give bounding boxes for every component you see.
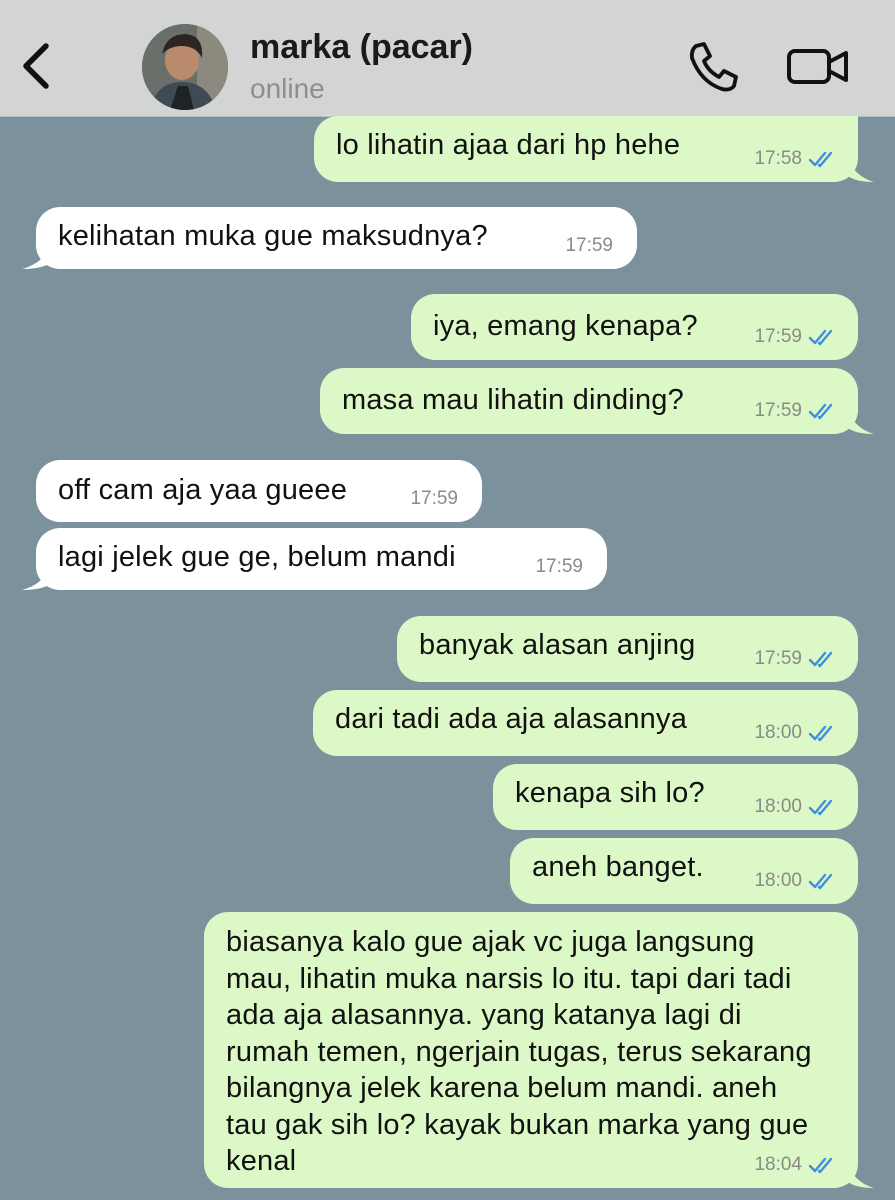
message-bubble-outgoing[interactable]: kenapa sih lo? 18:00	[493, 764, 858, 830]
chevron-left-icon[interactable]	[18, 38, 58, 94]
message-text: kenapa sih lo?	[515, 777, 705, 809]
double-check-icon	[808, 651, 833, 668]
message-text: dari tadi ada aja alasannya	[335, 703, 688, 735]
double-check-icon	[808, 329, 833, 346]
message-bubble-outgoing[interactable]: dari tadi ada aja alasannya 18:00	[313, 690, 858, 756]
bubble-tail	[848, 410, 874, 434]
message-text: biasanya kalo gue ajak vc juga langsung …	[226, 926, 812, 1177]
bubble-tail	[22, 245, 50, 269]
video-camera-icon[interactable]	[786, 42, 850, 90]
chat-header: marka (pacar) online	[0, 0, 895, 117]
message-text: kelihatan muka gue maksudnya?	[58, 220, 488, 252]
message-bubble-outgoing[interactable]: masa mau lihatin dinding? 17:59	[320, 368, 858, 434]
message-bubble-outgoing[interactable]: aneh banget. 18:00	[510, 838, 858, 904]
message-text: lo lihatin ajaa dari hp hehe	[336, 129, 681, 161]
bubble-tail	[848, 158, 874, 182]
double-check-icon	[808, 1157, 833, 1174]
contact-status: online	[250, 73, 325, 104]
double-check-icon	[808, 799, 833, 816]
message-bubble-outgoing[interactable]: lo lihatin ajaa dari hp hehe 17:58	[314, 116, 858, 182]
message-text: iya, emang kenapa?	[433, 310, 698, 342]
message-time: 17:59	[754, 326, 802, 347]
bubble-tail	[22, 566, 50, 590]
message-bubble-incoming[interactable]: off cam aja yaa gueee 17:59	[36, 460, 482, 522]
message-text: masa mau lihatin dinding?	[342, 384, 684, 416]
message-time: 18:00	[754, 796, 802, 817]
message-time: 17:59	[410, 488, 458, 509]
contact-name[interactable]: marka (pacar)	[250, 28, 473, 67]
message-bubble-incoming[interactable]: kelihatan muka gue maksudnya? 17:59	[36, 207, 637, 269]
avatar[interactable]	[142, 24, 228, 110]
message-text: lagi jelek gue ge, belum mandi	[58, 541, 456, 573]
message-text: banyak alasan anjing	[419, 629, 696, 661]
message-bubble-outgoing[interactable]: iya, emang kenapa? 17:59	[411, 294, 858, 360]
message-time: 18:00	[754, 870, 802, 891]
message-list[interactable]: lo lihatin ajaa dari hp hehe 17:58 kelih…	[0, 116, 895, 1200]
message-time: 17:59	[565, 235, 613, 256]
message-time: 18:00	[754, 722, 802, 743]
message-text: aneh banget.	[532, 851, 704, 883]
message-time: 17:58	[754, 148, 802, 169]
bubble-tail	[848, 1164, 874, 1188]
message-time: 17:59	[754, 648, 802, 669]
double-check-icon	[808, 725, 833, 742]
double-check-icon	[808, 403, 833, 420]
message-time: 17:59	[754, 400, 802, 421]
message-text: off cam aja yaa gueee	[58, 474, 348, 506]
double-check-icon	[808, 873, 833, 890]
message-time: 18:04	[754, 1154, 802, 1175]
phone-icon[interactable]	[686, 40, 740, 94]
message-bubble-outgoing[interactable]: banyak alasan anjing 17:59	[397, 616, 858, 682]
message-bubble-incoming[interactable]: lagi jelek gue ge, belum mandi 17:59	[36, 528, 607, 590]
message-time: 17:59	[535, 556, 583, 577]
message-bubble-outgoing[interactable]: biasanya kalo gue ajak vc juga langsung …	[204, 912, 858, 1188]
double-check-icon	[808, 151, 833, 168]
